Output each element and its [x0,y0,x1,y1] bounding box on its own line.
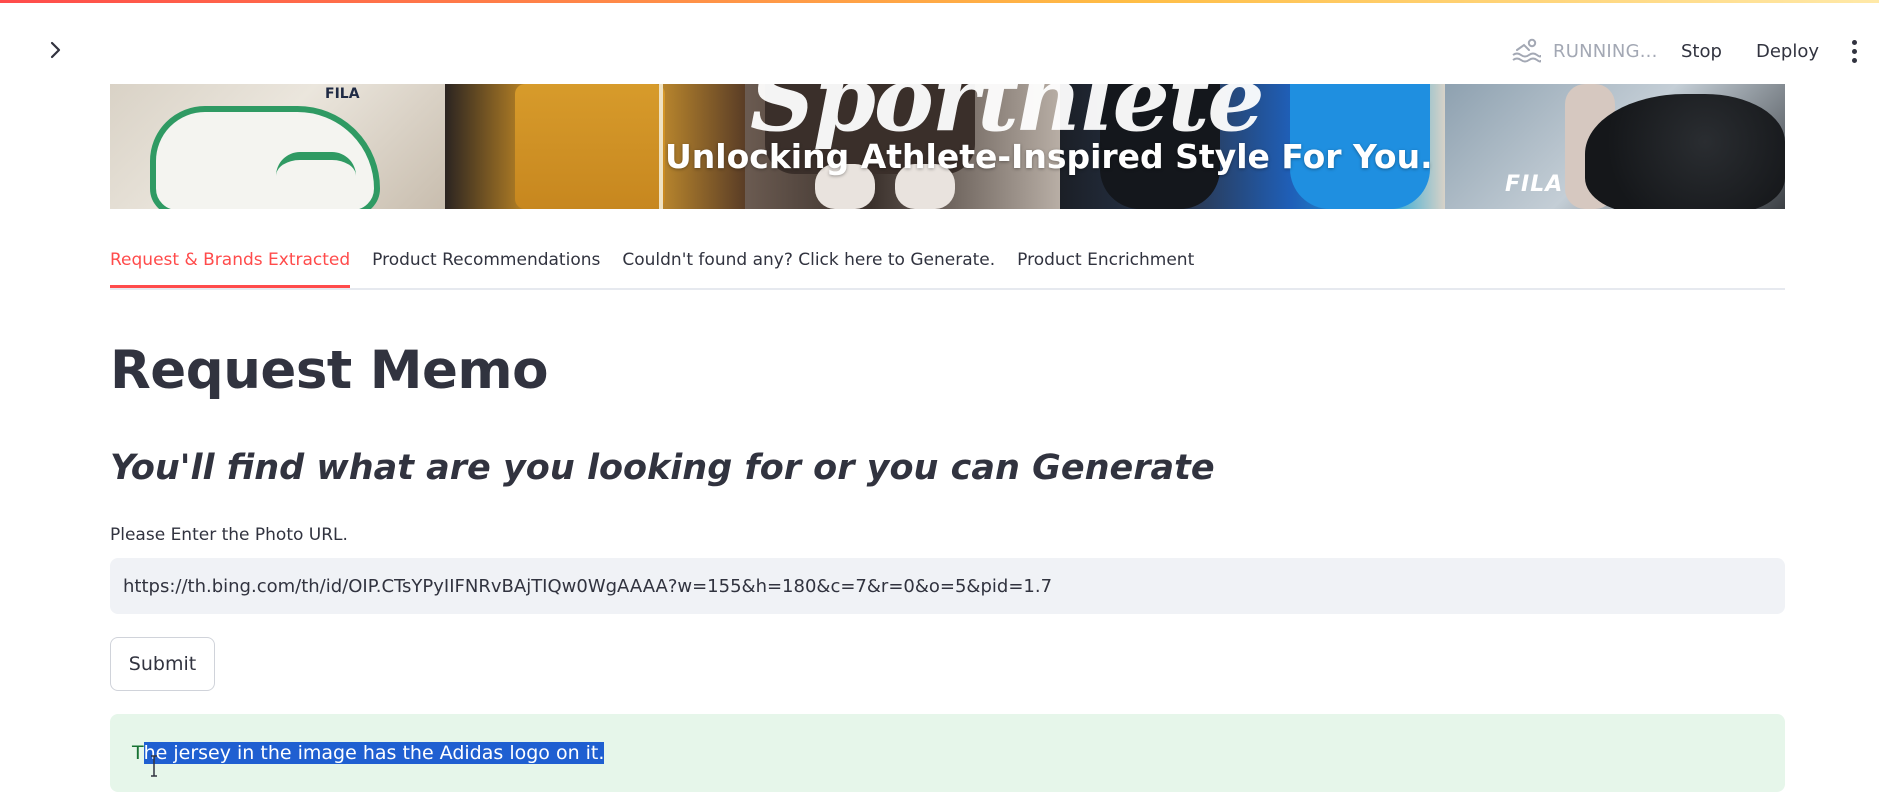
tab-generate[interactable]: Couldn't found any? Click here to Genera… [622,236,995,288]
result-text: The jersey in the image has the Adidas l… [132,742,605,764]
page-subtitle: You'll find what are you looking for or … [110,448,1215,488]
photo-url-input[interactable] [110,558,1785,614]
swimmer-icon [1512,38,1541,63]
banner-brand-left: FILA [325,86,360,102]
banner-brand-right: FILA [1505,172,1564,197]
hero-banner: FILA FILA Sporthlete Unlocking Athlete-I… [110,84,1785,209]
tab-request-brands[interactable]: Request & Brands Extracted [110,236,351,288]
stop-button[interactable]: Stop [1681,37,1722,65]
tab-product-recommendations[interactable]: Product Recommendations [372,236,600,288]
result-text-prefix: T [132,742,144,764]
sidebar-toggle-button[interactable] [44,35,68,65]
selected-result-text: he jersey in the image has the Adidas lo… [143,742,605,764]
tab-bar: Request & Brands Extracted Product Recom… [110,236,1785,290]
tab-product-enrichment[interactable]: Product Encrichment [1017,236,1194,288]
chevron-right-icon [50,41,61,59]
photo-url-label: Please Enter the Photo URL. [110,525,348,545]
text-cursor-icon [151,755,157,777]
main-menu-button[interactable] [1844,37,1864,65]
more-vertical-icon [1851,39,1857,45]
success-message: The jersey in the image has the Adidas l… [110,714,1785,792]
deploy-button[interactable]: Deploy [1756,37,1819,65]
banner-panel-sneaker: FILA [110,84,445,209]
banner-tagline: Unlocking Athlete-Inspired Style For You… [665,137,1433,176]
page-title: Request Memo [110,340,549,401]
status-text: RUNNING... [1553,40,1658,62]
banner-panel-runner: FILA [1445,84,1785,209]
app-header: RUNNING... Stop Deploy [0,3,1879,83]
running-status: RUNNING... [1511,37,1658,65]
submit-button[interactable]: Submit [110,637,215,691]
